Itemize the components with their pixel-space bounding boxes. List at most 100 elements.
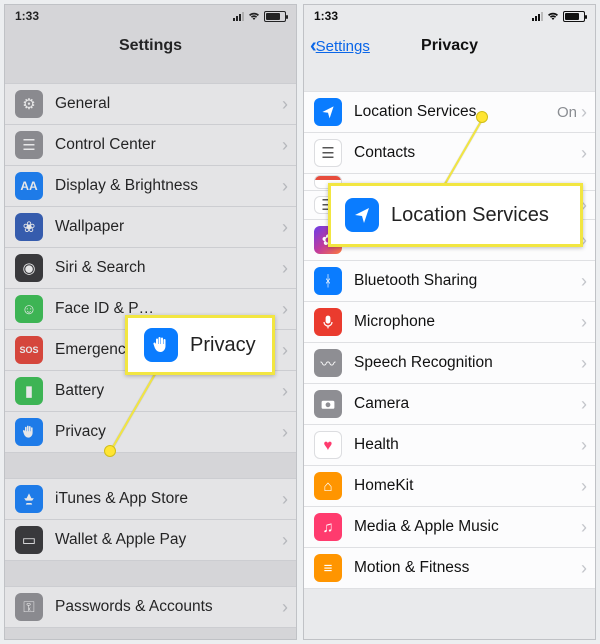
row-control-center[interactable]: ☰Control Center› (5, 124, 296, 166)
row-media[interactable]: ♫Media & Apple Music› (304, 506, 595, 548)
row-camera[interactable]: Camera› (304, 383, 595, 425)
row-wallet[interactable]: ▭Wallet & Apple Pay› (5, 519, 296, 561)
status-bar: 1:33 (304, 5, 595, 27)
wifi-icon (248, 11, 260, 21)
chevron-right-icon: › (282, 340, 296, 361)
callout-label: Location Services (391, 204, 549, 227)
row-label: Privacy (55, 423, 282, 441)
music-icon: ♫ (314, 513, 342, 541)
flower-icon: ❀ (15, 213, 43, 241)
row-display[interactable]: AA Display & Brightness› (5, 165, 296, 207)
row-itunes[interactable]: iTunes & App Store› (5, 478, 296, 520)
siri-icon: ◉ (15, 254, 43, 282)
row-label: Passwords & Accounts (55, 598, 282, 616)
status-bar: 1:33 (5, 5, 296, 27)
chevron-right-icon: › (581, 558, 595, 579)
chevron-right-icon: › (282, 217, 296, 238)
wallet-icon: ▭ (15, 526, 43, 554)
arrow-icon (314, 98, 342, 126)
chevron-right-icon: › (581, 271, 595, 292)
chevron-right-icon: › (581, 353, 595, 374)
hand-icon (15, 418, 43, 446)
face-icon: ☺︎ (15, 295, 43, 323)
sos-icon: SOS (15, 336, 43, 364)
row-label: Battery (55, 382, 282, 400)
chevron-right-icon: › (282, 299, 296, 320)
settings-list-1: ⚙︎General›☰Control Center› AA Display & Br… (5, 83, 296, 453)
home-icon: ⌂ (314, 472, 342, 500)
row-bluetooth[interactable]: ᚼBluetooth Sharing› (304, 260, 595, 302)
speech-icon: 〰 (314, 349, 342, 377)
aa-icon: AA (15, 172, 43, 200)
chevron-right-icon: › (282, 94, 296, 115)
row-label: Control Center (55, 136, 282, 154)
row-label: Bluetooth Sharing (354, 272, 581, 290)
chevron-right-icon: › (282, 597, 296, 618)
nav-header: Settings (5, 27, 296, 65)
row-value: On (557, 104, 577, 121)
row-label: Microphone (354, 313, 581, 331)
row-passwords[interactable]: ⚿ Passwords & Accounts› (5, 586, 296, 628)
clock: 1:33 (314, 9, 338, 23)
row-general[interactable]: ⚙︎General› (5, 83, 296, 125)
chevron-right-icon: › (282, 176, 296, 197)
chevron-right-icon: › (581, 312, 595, 333)
chevron-right-icon: › (282, 258, 296, 279)
highlight-dot (476, 111, 488, 123)
appstore-icon (15, 485, 43, 513)
settings-list-3: ⚿ Passwords & Accounts› (5, 586, 296, 628)
row-battery[interactable]: ▮Battery› (5, 370, 296, 412)
clock: 1:33 (15, 9, 39, 23)
chevron-right-icon: › (581, 435, 595, 456)
row-privacy[interactable]: Privacy› (5, 411, 296, 453)
battery-icon (264, 11, 286, 22)
row-health[interactable]: ♥ Health› (304, 424, 595, 466)
row-label: Siri & Search (55, 259, 282, 277)
settings-list-2: iTunes & App Store› ▭ Wallet & Apple Pay › (5, 478, 296, 561)
signal-icon (532, 11, 543, 21)
chevron-right-icon: › (581, 102, 595, 123)
chevron-right-icon: › (581, 394, 595, 415)
callout-label: Privacy (190, 334, 256, 357)
row-contacts[interactable]: ☰Contacts› (304, 132, 595, 174)
chevron-right-icon: › (581, 230, 595, 251)
row-wallpaper[interactable]: ❀ Wallpaper› (5, 206, 296, 248)
hand-icon (144, 328, 178, 362)
privacy-callout: Privacy (125, 315, 275, 375)
signal-icon (233, 11, 244, 21)
row-location[interactable]: Location ServicesOn› (304, 91, 595, 133)
row-label: HomeKit (354, 477, 581, 495)
row-label: Wallet & Apple Pay (55, 531, 282, 549)
row-label: Motion & Fitness (354, 559, 581, 577)
row-label: Health (354, 436, 581, 454)
battery-icon (563, 11, 585, 22)
privacy-list-1: Location ServicesOn›☰Contacts› (304, 91, 595, 174)
row-microphone[interactable]: Microphone› (304, 301, 595, 343)
mic-icon (314, 308, 342, 336)
page-title: Settings (119, 37, 182, 55)
heart-icon: ♥ (314, 431, 342, 459)
privacy-list-2: ✿Photos›ᚼBluetooth Sharing›Microphone›〰S… (304, 219, 595, 589)
row-motion[interactable]: ≡Motion & Fitness› (304, 547, 595, 589)
chevron-right-icon: › (581, 195, 595, 216)
row-homekit[interactable]: ⌂HomeKit› (304, 465, 595, 507)
row-label: Display & Brightness (55, 177, 282, 195)
chevron-right-icon: › (282, 489, 296, 510)
highlight-dot (104, 445, 116, 457)
row-label: Wallpaper (55, 218, 282, 236)
chevron-right-icon: › (282, 422, 296, 443)
row-label: General (55, 95, 282, 113)
back-button[interactable]: ‹ Settings (310, 27, 370, 65)
page-title: Privacy (421, 37, 478, 55)
row-label: Media & Apple Music (354, 518, 581, 536)
row-label: Camera (354, 395, 581, 413)
row-siri[interactable]: ◉ Siri & Search› (5, 247, 296, 289)
row-label: iTunes & App Store (55, 490, 282, 508)
key-icon: ⚿ (15, 593, 43, 621)
settings-screen: 1:33 Settings ⚙︎General›☰Control Center›… (4, 4, 297, 640)
row-speech[interactable]: 〰 Speech Recognition› (304, 342, 595, 384)
row-label: Speech Recognition (354, 354, 581, 372)
contacts-icon: ☰ (314, 139, 342, 167)
location-callout: Location Services (328, 183, 583, 247)
chevron-right-icon: › (282, 135, 296, 156)
